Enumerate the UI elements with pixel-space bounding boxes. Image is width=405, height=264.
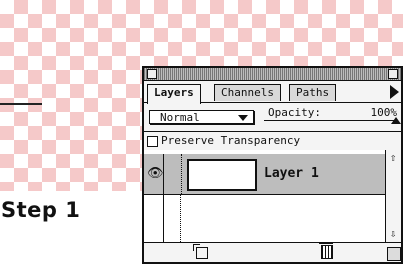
chevron-down-icon [238, 115, 248, 121]
blend-mode-value: Normal [160, 111, 200, 124]
opacity-label: Opacity: [268, 106, 321, 119]
opacity-slider-thumb[interactable] [391, 117, 401, 124]
preserve-transparency-row: Preserve Transparency [144, 131, 401, 151]
preserve-transparency-checkbox[interactable] [147, 136, 158, 147]
palette-tabs: Layers Channels Paths [144, 82, 401, 104]
tab-paths[interactable]: Paths [289, 84, 337, 101]
tab-layers[interactable]: Layers [147, 84, 201, 104]
preserve-transparency-label: Preserve Transparency [161, 134, 301, 147]
opacity-slider-track[interactable] [264, 120, 397, 121]
layers-palette: Layers Channels Paths Normal Opacity: 10… [142, 66, 403, 264]
blend-opacity-row: Normal Opacity: 100% [144, 104, 401, 128]
eye-icon: 👁 [147, 166, 164, 181]
layer-name: Layer 1 [264, 166, 319, 181]
step-label: Step 1 [1, 198, 81, 222]
tab-channels[interactable]: Channels [214, 84, 281, 101]
menu-arrow-icon[interactable] [390, 85, 399, 99]
palette-titlebar[interactable] [144, 68, 401, 81]
layers-list: 👁 Layer 1 [144, 150, 386, 242]
zoom-box-icon[interactable] [388, 69, 398, 79]
scroll-up-icon[interactable]: ⇧ [387, 152, 399, 164]
visibility-toggle[interactable]: 👁 [144, 154, 164, 194]
palette-bottom-bar [144, 242, 401, 263]
trash-icon[interactable] [319, 243, 333, 259]
edit-indicator[interactable] [163, 154, 182, 194]
new-layer-icon[interactable] [193, 244, 208, 259]
scroll-down-icon[interactable]: ⇩ [387, 228, 399, 240]
resize-handle-icon[interactable] [387, 247, 401, 261]
blend-mode-select[interactable]: Normal [149, 110, 254, 124]
layer-thumbnail [187, 159, 257, 191]
empty-layer-column [163, 194, 181, 242]
callout-line [0, 103, 42, 105]
layer-row[interactable]: 👁 Layer 1 [144, 154, 386, 195]
close-box-icon[interactable] [147, 69, 157, 79]
layers-scrollbar[interactable]: ⇧ ⇩ [385, 150, 401, 242]
